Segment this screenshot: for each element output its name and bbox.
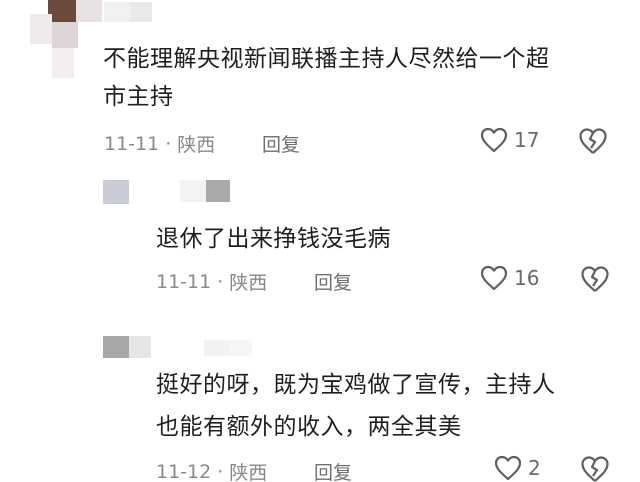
meta-separator: ·	[165, 132, 172, 155]
comment-date: 11-11	[156, 270, 212, 293]
like-count: 17	[514, 128, 540, 152]
dislike-button[interactable]	[578, 127, 608, 159]
reply-button[interactable]: 回复	[314, 268, 352, 295]
broken-heart-icon	[579, 128, 607, 154]
comment-text-line: 挺好的呀，既为宝鸡做了宣传，主持人	[156, 372, 556, 398]
comment-text: 不能理解央视新闻联播主持人尽然给一个超 市主持	[103, 40, 550, 116]
comment-text: 退休了出来挣钱没毛病	[156, 220, 391, 258]
reply-button[interactable]: 回复	[314, 458, 352, 482]
comment-location: 陕西	[177, 134, 216, 156]
comment-text-line: 退休了出来挣钱没毛病	[156, 226, 391, 252]
comment-date: 11-11	[104, 132, 160, 155]
comment-location: 陕西	[229, 462, 268, 482]
heart-outline-icon	[480, 265, 508, 291]
heart-outline-icon	[494, 455, 522, 481]
heart-outline-icon	[480, 127, 508, 153]
comment-meta: 11-12 · 陕西	[156, 458, 267, 482]
broken-heart-icon	[581, 456, 609, 482]
like-button[interactable]: 17	[480, 127, 539, 153]
reply-button[interactable]: 回复	[262, 130, 300, 157]
like-button[interactable]: 2	[494, 455, 541, 481]
meta-separator: ·	[217, 460, 224, 482]
comment-text-line: 也能有额外的收入，两全其美	[156, 414, 462, 440]
broken-heart-icon	[581, 266, 609, 292]
comment-date: 11-12	[156, 460, 212, 482]
like-button[interactable]: 16	[480, 265, 539, 291]
meta-separator: ·	[217, 270, 224, 293]
comment-text-line: 市主持	[103, 84, 174, 110]
like-count: 16	[514, 266, 540, 290]
comment-meta: 11-11 · 陕西	[156, 268, 267, 295]
dislike-button[interactable]	[580, 455, 610, 482]
comment-location: 陕西	[229, 272, 268, 294]
comment-text: 挺好的呀，既为宝鸡做了宣传，主持人 也能有额外的收入，两全其美	[156, 366, 556, 446]
dislike-button[interactable]	[580, 265, 610, 297]
comment-meta: 11-11 · 陕西	[104, 130, 215, 157]
comment-text-line: 不能理解央视新闻联播主持人尽然给一个超	[103, 46, 550, 72]
like-count: 2	[528, 456, 541, 480]
